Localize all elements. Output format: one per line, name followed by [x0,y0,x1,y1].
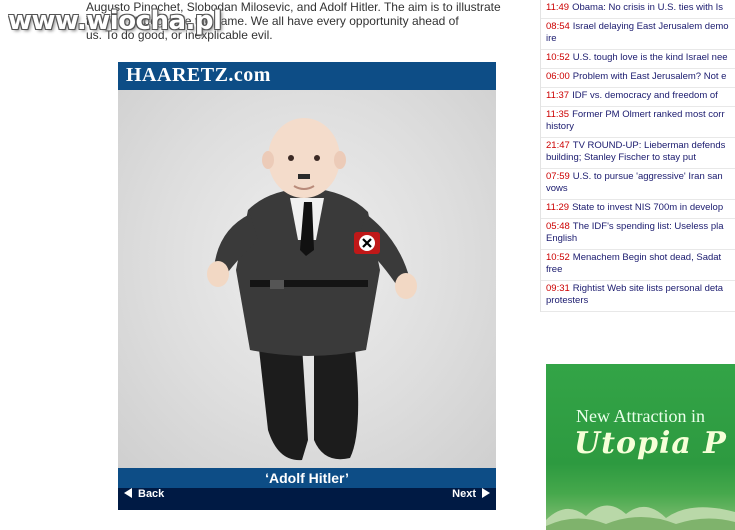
foliage-graphic [546,505,735,530]
news-item[interactable]: 11:29 State to invest NIS 700m in develop [541,200,735,219]
haaretz-logo[interactable]: HAARETZ.com [126,64,271,87]
arrow-left-icon [124,488,132,498]
news-time: 10:52 [546,252,570,263]
news-item[interactable]: 05:48 The IDF's spending list: Useless pl… [541,219,735,250]
gallery-photo [118,90,496,468]
baby-costume-illustration [207,118,417,461]
arrow-right-icon [482,488,490,498]
news-item[interactable]: 07:59 U.S. to pursue 'aggressive' Iran sa… [541,169,735,200]
news-item[interactable]: 08:54 Israel delaying East Jerusalem demo… [541,19,735,50]
news-item[interactable]: 11:35 Former PM Olmert ranked most corr h… [541,107,735,138]
back-button[interactable]: Back [124,488,164,510]
ad-headline: New Attraction in [576,406,705,426]
news-time: 08:54 [546,21,570,32]
news-headline[interactable]: U.S. tough love is the kind Israel nee [573,52,728,63]
gallery-nav: Back Next [118,488,496,510]
news-item[interactable]: 10:52 Menachem Begin shot dead, Sadat fre… [541,250,735,281]
next-button[interactable]: Next [452,488,490,510]
gallery-header: HAARETZ.com [118,62,496,90]
news-item[interactable]: 06:00 Problem with East Jerusalem? Not e [541,69,735,88]
news-item[interactable]: 10:52 U.S. tough love is the kind Israel … [541,50,735,69]
news-time: 11:49 [546,2,570,13]
news-time: 11:37 [546,90,570,101]
news-time: 05:48 [546,221,570,232]
news-time: 11:29 [546,202,570,213]
news-headline[interactable]: IDF vs. democracy and freedom of [572,90,718,101]
news-time: 09:31 [546,283,570,294]
photo-caption: ‘Adolf Hitler’ [118,468,496,488]
next-label: Next [452,488,476,500]
news-item[interactable]: 09:31 Rightist Web site lists personal de… [541,281,735,312]
back-label: Back [138,488,165,500]
advertisement-banner[interactable]: New Attraction in Utopia P [546,364,735,530]
news-item[interactable]: 11:37 IDF vs. democracy and freedom of [541,88,735,107]
news-headline[interactable]: Former PM Olmert ranked most corr histor… [546,109,725,132]
news-time: 07:59 [546,171,570,182]
news-item[interactable]: 11:49 Obama: No crisis in U.S. ties with … [541,0,735,19]
news-headline[interactable]: The IDF's spending list: Useless pla Eng… [546,221,724,244]
news-item[interactable]: 21:47 TV ROUND-UP: Lieberman defends buil… [541,138,735,169]
news-headline[interactable]: Israel delaying East Jerusalem demo ire [546,21,729,44]
news-time: 21:47 [546,140,570,151]
news-headline[interactable]: Obama: No crisis in U.S. ties with Is [572,2,723,13]
news-headline[interactable]: Rightist Web site lists personal deta pr… [546,283,723,306]
watermark-logo: www.wiocha.pl [8,6,222,36]
news-time: 10:52 [546,52,570,63]
news-headline[interactable]: TV ROUND-UP: Lieberman defends building;… [546,140,725,163]
news-ticker: 11:49 Obama: No crisis in U.S. ties with … [540,0,735,312]
news-time: 06:00 [546,71,570,82]
ad-title: Utopia P [574,426,727,461]
news-headline[interactable]: State to invest NIS 700m in develop [572,202,723,213]
news-headline[interactable]: Problem with East Jerusalem? Not e [573,71,727,82]
news-headline[interactable]: Menachem Begin shot dead, Sadat free [546,252,721,275]
news-headline[interactable]: U.S. to pursue 'aggressive' Iran san vow… [546,171,723,194]
photo-gallery: HAARETZ.com ‘Adolf Hitler’ Back Next [118,62,496,510]
news-time: 11:35 [546,109,570,120]
